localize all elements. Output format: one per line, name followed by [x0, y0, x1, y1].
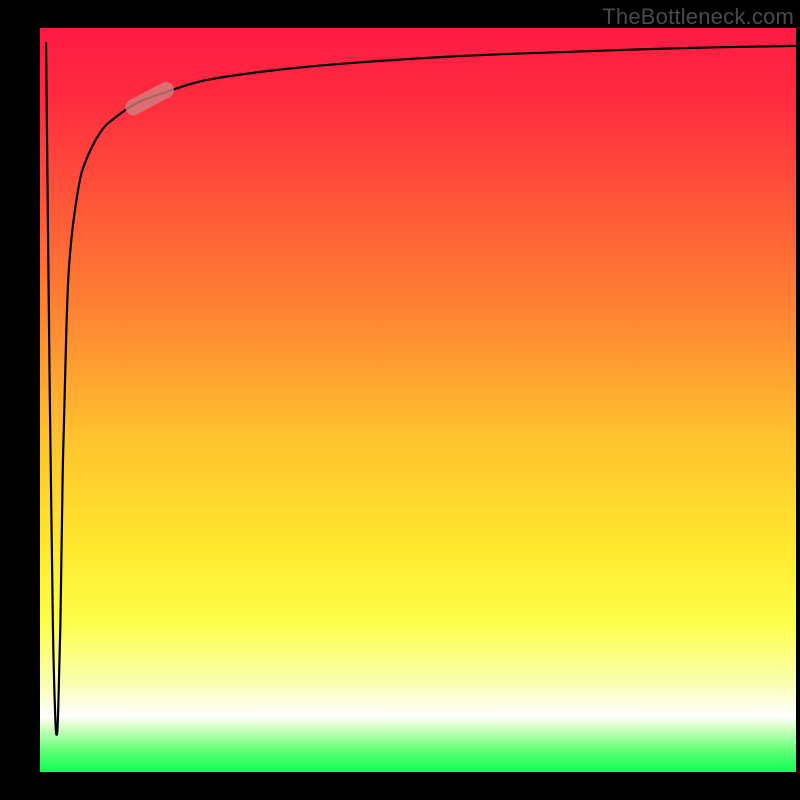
- watermark-text: TheBottleneck.com: [602, 4, 794, 30]
- chart-frame: TheBottleneck.com: [0, 0, 800, 800]
- curve-path: [46, 43, 796, 735]
- curve-marker: [123, 79, 177, 118]
- curve-layer: [40, 28, 796, 772]
